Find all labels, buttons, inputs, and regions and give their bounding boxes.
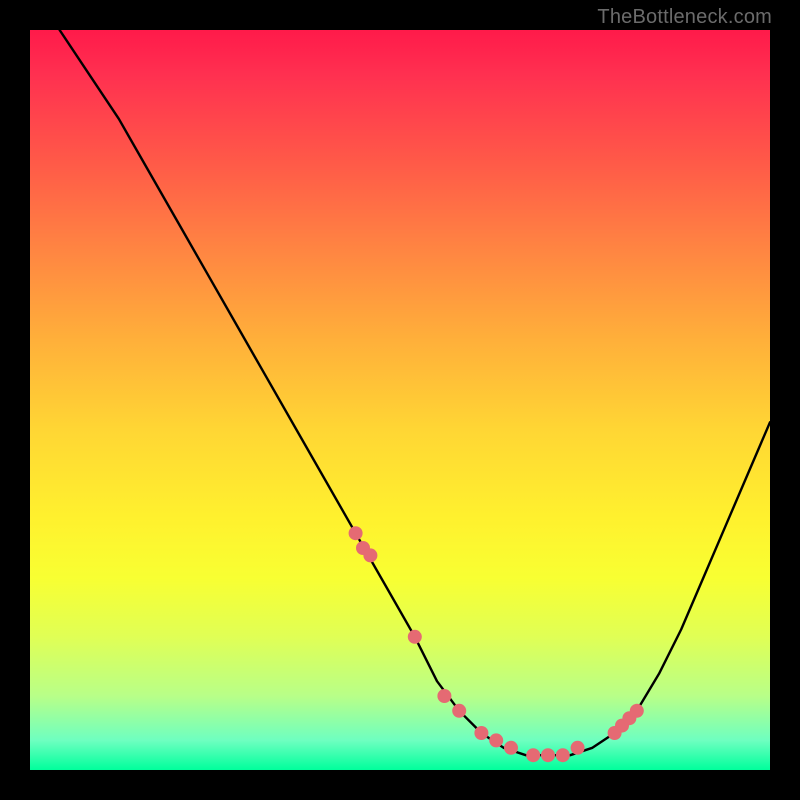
bottleneck-curve: [60, 30, 770, 755]
chart-svg: [30, 30, 770, 770]
watermark-text: TheBottleneck.com: [597, 6, 772, 29]
marker-dots: [349, 526, 644, 762]
plot-area: [30, 30, 770, 770]
